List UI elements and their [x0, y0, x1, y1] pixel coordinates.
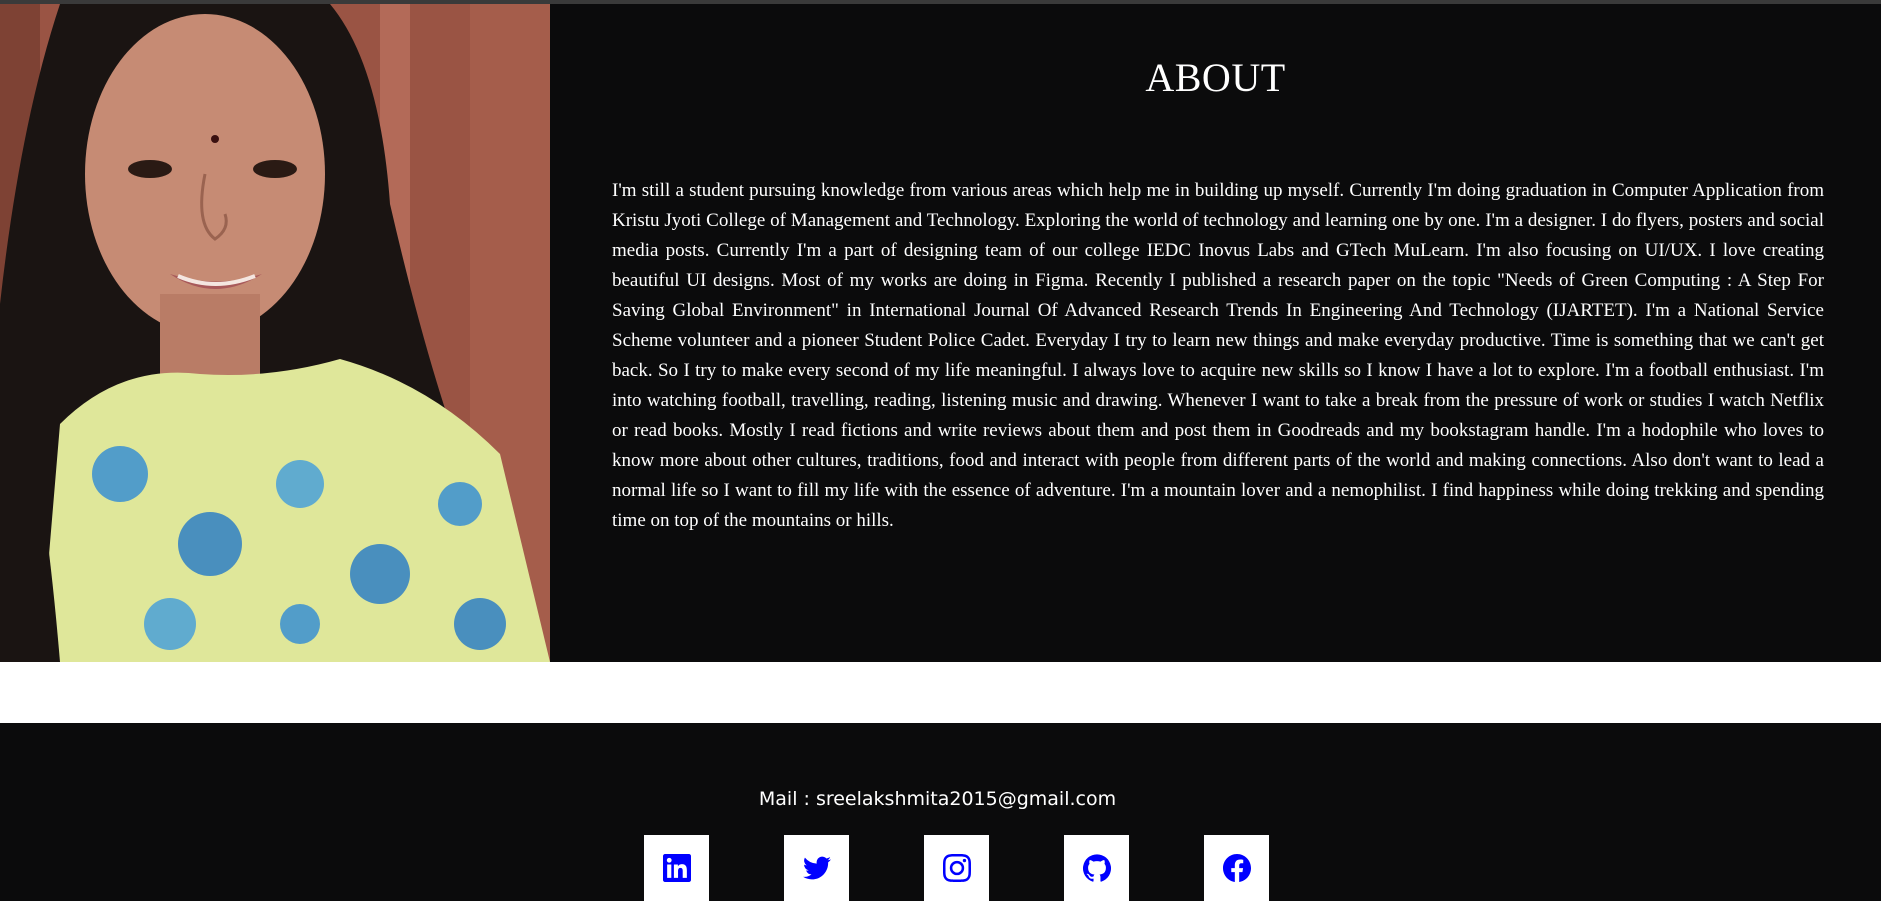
instagram-icon	[942, 854, 971, 882]
contact-mail: Mail : sreelakshmita2015@gmail.com	[0, 788, 1875, 810]
mail-address[interactable]: sreelakshmita2015@gmail.com	[816, 788, 1116, 810]
about-section: ABOUT I'm still a student pursuing knowl…	[0, 4, 1881, 662]
about-heading: ABOUT	[1145, 55, 1286, 100]
section-divider	[0, 662, 1881, 723]
facebook-button[interactable]	[1204, 835, 1269, 901]
profile-photo	[0, 4, 550, 662]
footer: Mail : sreelakshmita2015@gmail.com	[0, 723, 1881, 901]
instagram-button[interactable]	[924, 835, 989, 901]
twitter-icon	[802, 856, 831, 880]
facebook-icon	[1222, 854, 1251, 882]
twitter-button[interactable]	[784, 835, 849, 901]
github-button[interactable]	[1064, 835, 1129, 901]
about-paragraph: I'm still a student pursuing knowledge f…	[612, 180, 1824, 531]
linkedin-button[interactable]	[644, 835, 709, 901]
mail-label: Mail :	[758, 788, 816, 810]
github-icon	[1082, 854, 1111, 882]
linkedin-icon	[662, 854, 691, 882]
